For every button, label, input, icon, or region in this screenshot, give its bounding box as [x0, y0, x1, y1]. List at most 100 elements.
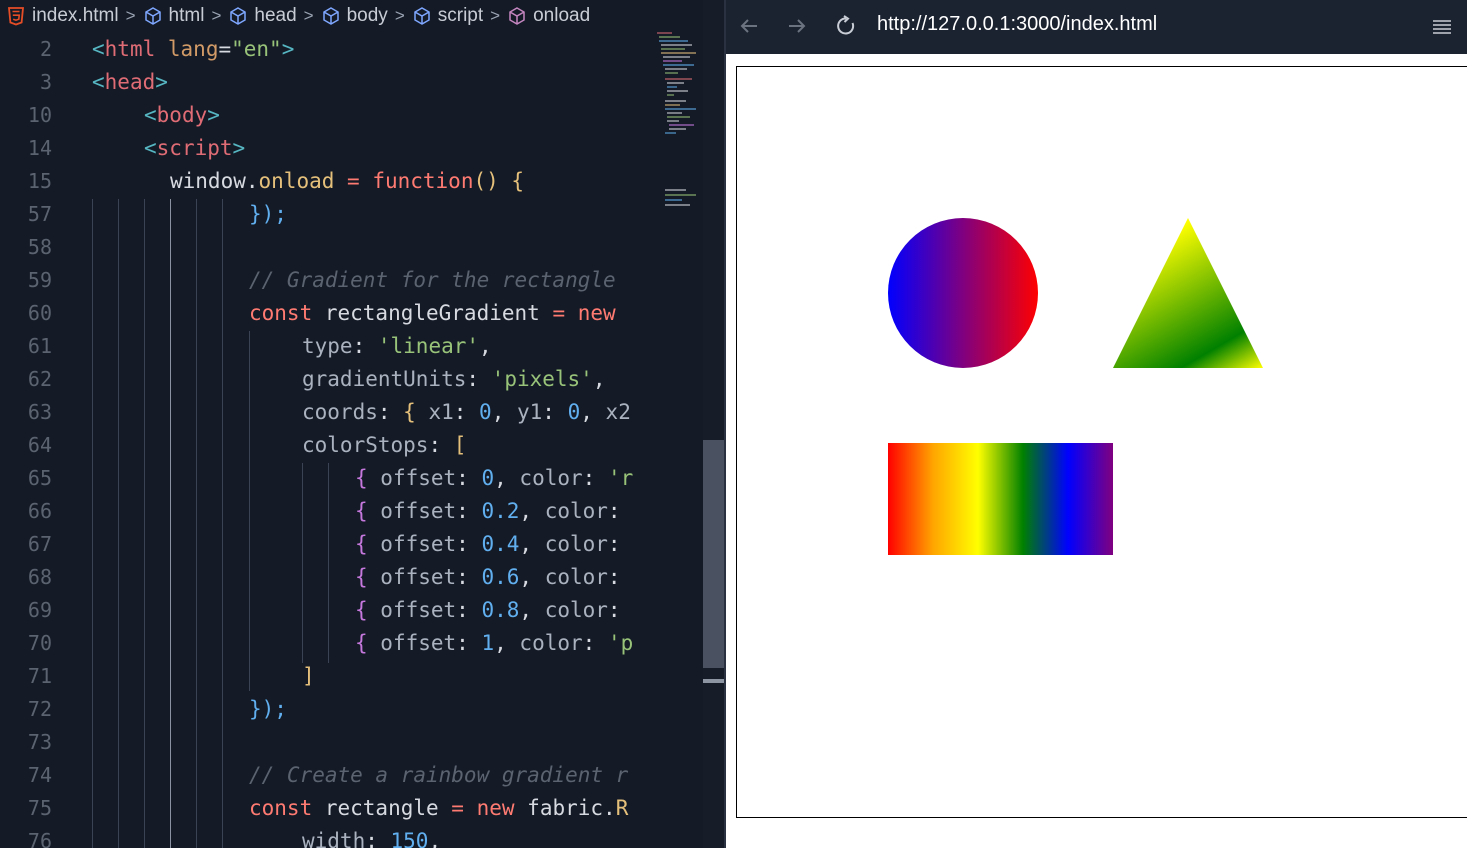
- code-line: 73: [0, 725, 650, 758]
- code-text: coords: { x1: 0, y1: 0, x2: [302, 399, 631, 424]
- code-text: <head>: [92, 69, 168, 94]
- code-text: gradientUnits: 'pixels',: [302, 366, 606, 391]
- chevron-right-icon: >: [394, 6, 405, 25]
- browser-menu-button[interactable]: [1429, 14, 1455, 40]
- code-line: 10 <body>: [0, 98, 650, 131]
- line-number: 63: [27, 399, 52, 424]
- breadcrumb-item-body[interactable]: body: [321, 5, 388, 27]
- reload-button[interactable]: [832, 12, 860, 40]
- code-text: <html lang="en">: [92, 36, 295, 61]
- line-number: 69: [27, 597, 52, 622]
- cube-icon: [414, 7, 430, 25]
- code-text: ]: [302, 663, 315, 688]
- line-number: 64: [27, 432, 52, 457]
- code-text: });: [249, 696, 287, 721]
- canvas-drawing: [888, 218, 1263, 555]
- code-line: 68 { offset: 0.6, color:: [0, 560, 650, 593]
- reload-icon: [837, 15, 855, 35]
- breadcrumb-label: head: [254, 5, 297, 26]
- editor-scrollbar-thumb[interactable]: [703, 440, 724, 668]
- code-line: 75 const rectangle = new fabric.R: [0, 791, 650, 824]
- breadcrumb: index.html > html > head > body > script…: [0, 0, 726, 32]
- breadcrumb-item-onload[interactable]: onload: [507, 5, 590, 27]
- code-line: 67 { offset: 0.4, color:: [0, 527, 650, 560]
- code-line: 74 // Create a rainbow gradient r: [0, 758, 650, 791]
- line-number: 74: [27, 762, 52, 787]
- line-number: 61: [27, 333, 52, 358]
- chevron-right-icon: >: [490, 6, 501, 25]
- code-editor[interactable]: index.html > html > head > body > script…: [0, 0, 726, 848]
- code-text: <body>: [144, 102, 220, 127]
- arrow-left-icon: [740, 19, 757, 33]
- line-number: 58: [27, 234, 52, 259]
- code-text: const rectangleGradient = new: [249, 300, 616, 325]
- line-number: 67: [27, 531, 52, 556]
- line-number: 73: [27, 729, 52, 754]
- code-line: 72 });: [0, 692, 650, 725]
- code-line: 61 type: 'linear',: [0, 329, 650, 362]
- code-line: 15 window.onload = function() {: [0, 164, 650, 197]
- line-number: 2: [39, 36, 52, 61]
- line-number: 15: [27, 168, 52, 193]
- breadcrumb-label: html: [168, 5, 205, 26]
- address-bar[interactable]: http://127.0.0.1:3000/index.html: [877, 13, 1157, 36]
- breadcrumb-item-script[interactable]: script: [412, 5, 483, 27]
- code-text: { offset: 0.6, color:: [355, 564, 621, 589]
- back-button[interactable]: [735, 12, 763, 40]
- line-number: 59: [27, 267, 52, 292]
- code-line: 71 ]: [0, 659, 650, 692]
- forward-button[interactable]: [783, 12, 811, 40]
- code-text: { offset: 1, color: 'p: [355, 630, 634, 655]
- line-number: 10: [27, 102, 52, 127]
- code-line: 58: [0, 230, 650, 263]
- page-viewport: [726, 54, 1467, 848]
- chevron-right-icon: >: [211, 6, 222, 25]
- code-line: 76 width: 150,: [0, 824, 650, 848]
- breadcrumb-item-head[interactable]: head: [228, 5, 297, 27]
- code-line: 3 <head>: [0, 65, 650, 98]
- line-number: 70: [27, 630, 52, 655]
- line-number: 72: [27, 696, 52, 721]
- breadcrumb-label: index.html: [32, 5, 119, 26]
- rainbow-rectangle[interactable]: [888, 443, 1113, 555]
- line-number: 65: [27, 465, 52, 490]
- code-text: const rectangle = new fabric.R: [249, 795, 629, 820]
- code-line: 57 });: [0, 197, 650, 230]
- code-area[interactable]: 2 <html lang="en"> 3 <head> 10 <body> 14…: [0, 32, 650, 848]
- browser-toolbar: http://127.0.0.1:3000/index.html: [726, 0, 1467, 54]
- cube-icon: [230, 7, 247, 25]
- breadcrumb-item-html[interactable]: html: [143, 5, 205, 27]
- line-number: 76: [27, 828, 52, 848]
- cube-icon: [144, 7, 161, 25]
- code-line: 70 { offset: 1, color: 'p: [0, 626, 650, 659]
- gradient-triangle[interactable]: [1113, 218, 1263, 368]
- editor-scrollbar-track[interactable]: [703, 0, 724, 848]
- arrow-right-icon: [789, 19, 806, 33]
- breadcrumb-item-file[interactable]: index.html: [6, 5, 119, 27]
- chevron-right-icon: >: [303, 6, 314, 25]
- gradient-circle[interactable]: [888, 218, 1038, 368]
- code-text: window.onload = function() {: [170, 168, 525, 193]
- line-number: 62: [27, 366, 52, 391]
- code-text: <script>: [144, 135, 246, 160]
- code-comment: // Gradient for the rectangle: [249, 267, 629, 292]
- line-number: 60: [27, 300, 52, 325]
- code-text: { offset: 0.4, color:: [355, 531, 621, 556]
- line-number: 3: [39, 69, 52, 94]
- line-number: 75: [27, 795, 52, 820]
- code-line: 65 { offset: 0, color: 'r: [0, 461, 650, 494]
- code-line: 69 { offset: 0.8, color:: [0, 593, 650, 626]
- code-text: { offset: 0, color: 'r: [355, 465, 634, 490]
- minimap[interactable]: [652, 30, 702, 220]
- code-line: 14 <script>: [0, 131, 650, 164]
- cube-icon: [322, 7, 339, 25]
- breadcrumb-label: onload: [533, 5, 591, 26]
- code-line: 62 gradientUnits: 'pixels',: [0, 362, 650, 395]
- code-line: 59 // Gradient for the rectangle: [0, 263, 650, 296]
- line-number: 57: [27, 201, 52, 226]
- code-text: { offset: 0.8, color:: [355, 597, 621, 622]
- line-number: 66: [27, 498, 52, 523]
- hamburger-menu-icon: [1433, 20, 1451, 34]
- code-text: { offset: 0.2, color:: [355, 498, 621, 523]
- fabric-canvas[interactable]: [736, 66, 1467, 818]
